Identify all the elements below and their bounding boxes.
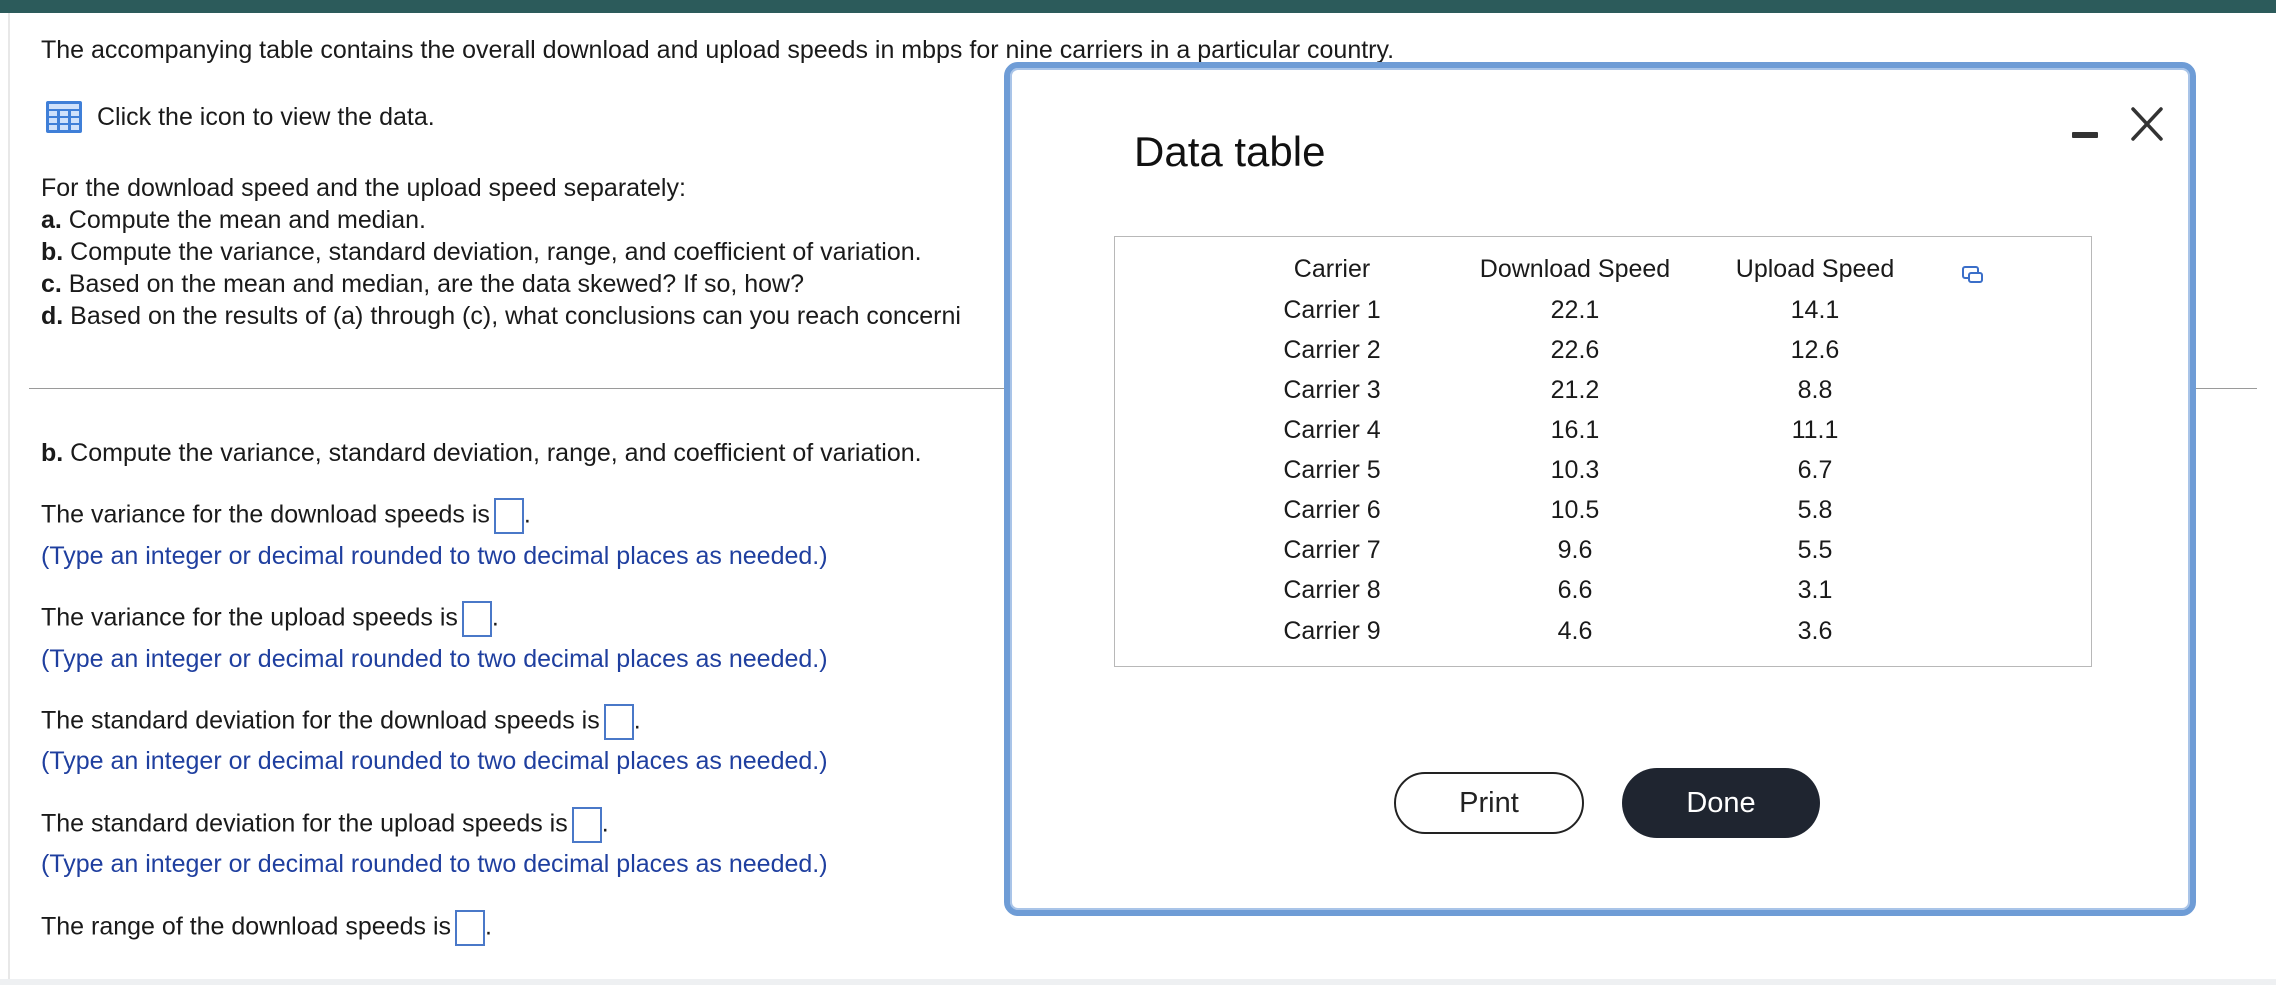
download-range-input[interactable] bbox=[455, 910, 485, 946]
download-variance-input[interactable] bbox=[493, 498, 524, 534]
question-prompt: The standard deviation for the upload sp… bbox=[41, 809, 568, 838]
table-cell-carrier: Carrier 7 bbox=[1283, 536, 1381, 564]
grid-table-icon[interactable] bbox=[45, 100, 83, 134]
table-cell-carrier: Carrier 2 bbox=[1283, 336, 1381, 364]
instruction-a-text: Compute the mean and median. bbox=[61, 206, 426, 234]
instruction-c-text: Based on the mean and median, are the da… bbox=[61, 270, 805, 298]
table-cell-upload: 5.5 bbox=[1797, 536, 1833, 564]
column-header-carrier: Carrier bbox=[1293, 255, 1371, 283]
table-cell-download: 4.6 bbox=[1557, 617, 1593, 645]
upload-variance-input[interactable] bbox=[461, 601, 492, 637]
table-cell-upload: 12.6 bbox=[1790, 336, 1840, 364]
part-b-heading: b. Compute the variance, standard deviat… bbox=[41, 439, 922, 468]
instructions-lead: For the download speed and the upload sp… bbox=[41, 174, 686, 202]
table-cell-carrier: Carrier 1 bbox=[1283, 296, 1381, 324]
table-cell-download: 21.2 bbox=[1550, 376, 1600, 404]
table-cell-download: 6.6 bbox=[1557, 576, 1593, 604]
table-cell-download: 16.1 bbox=[1550, 416, 1600, 444]
view-data-label[interactable]: Click the icon to view the data. bbox=[97, 103, 435, 132]
column-header-download: Download Speed bbox=[1479, 255, 1671, 283]
table-cell-download: 10.3 bbox=[1550, 456, 1600, 484]
table-cell-download: 22.1 bbox=[1550, 296, 1600, 324]
close-icon[interactable] bbox=[2128, 104, 2166, 144]
table-cell-upload: 14.1 bbox=[1790, 296, 1840, 324]
data-table: Carrier Download Speed Upload Speed Carr… bbox=[1114, 236, 2092, 667]
table-cell-upload: 8.8 bbox=[1797, 376, 1833, 404]
table-cell-download: 22.6 bbox=[1550, 336, 1600, 364]
dialog-title: Data table bbox=[1134, 128, 1326, 175]
question-prompt: The range of the download speeds is bbox=[41, 912, 451, 941]
instruction-b-label: b. bbox=[41, 238, 64, 266]
left-border bbox=[8, 13, 10, 985]
question-upload-std-dev: The standard deviation for the upload sp… bbox=[41, 807, 609, 843]
question-download-variance: The variance for the download speeds is. bbox=[41, 498, 531, 534]
bottom-border bbox=[0, 979, 2276, 985]
table-cell-upload: 6.7 bbox=[1797, 456, 1833, 484]
question-hint: (Type an integer or decimal rounded to t… bbox=[41, 542, 828, 570]
copy-icon[interactable] bbox=[1961, 263, 1985, 287]
download-std-dev-input[interactable] bbox=[603, 704, 634, 740]
table-cell-carrier: Carrier 9 bbox=[1283, 617, 1381, 645]
table-cell-carrier: Carrier 3 bbox=[1283, 376, 1381, 404]
question-upload-variance: The variance for the upload speeds is. bbox=[41, 601, 499, 637]
view-data-link[interactable]: Click the icon to view the data. bbox=[45, 100, 435, 134]
instruction-b-text: Compute the variance, standard deviation… bbox=[63, 238, 922, 266]
table-cell-download: 9.6 bbox=[1557, 536, 1593, 564]
instruction-d: d. Based on the results of (a) through (… bbox=[41, 302, 961, 331]
intro-text: The accompanying table contains the over… bbox=[41, 36, 1395, 64]
instruction-c-label: c. bbox=[41, 270, 62, 298]
table-cell-carrier: Carrier 4 bbox=[1283, 416, 1381, 444]
question-hint: (Type an integer or decimal rounded to t… bbox=[41, 645, 828, 673]
question-download-std-dev: The standard deviation for the download … bbox=[41, 704, 641, 740]
instruction-d-label: d. bbox=[41, 302, 64, 330]
table-cell-upload: 5.8 bbox=[1797, 496, 1833, 524]
part-b-text: Compute the variance, standard deviation… bbox=[63, 439, 922, 467]
table-cell-carrier: Carrier 5 bbox=[1283, 456, 1381, 484]
question-prompt: The standard deviation for the download … bbox=[41, 706, 600, 735]
minimize-icon[interactable] bbox=[2068, 120, 2102, 148]
instruction-a-label: a. bbox=[41, 206, 62, 234]
column-header-upload: Upload Speed bbox=[1735, 255, 1895, 283]
done-button[interactable]: Done bbox=[1622, 768, 1820, 838]
question-hint: (Type an integer or decimal rounded to t… bbox=[41, 747, 828, 775]
table-cell-carrier: Carrier 6 bbox=[1283, 496, 1381, 524]
question-download-range: The range of the download speeds is. bbox=[41, 910, 492, 946]
top-bar bbox=[0, 0, 2276, 13]
table-cell-upload: 3.6 bbox=[1797, 617, 1833, 645]
data-table-dialog: Data table Carrier Download Speed Upload… bbox=[1004, 62, 2196, 916]
table-cell-download: 10.5 bbox=[1550, 496, 1600, 524]
instruction-b: b. Compute the variance, standard deviat… bbox=[41, 238, 922, 267]
upload-std-dev-input[interactable] bbox=[571, 807, 602, 843]
question-prompt: The variance for the download speeds is bbox=[41, 500, 490, 529]
question-hint: (Type an integer or decimal rounded to t… bbox=[41, 850, 828, 878]
part-b-label: b. bbox=[41, 439, 64, 467]
table-cell-upload: 11.1 bbox=[1791, 416, 1839, 444]
table-cell-upload: 3.1 bbox=[1797, 576, 1833, 604]
instruction-a: a. Compute the mean and median. bbox=[41, 206, 426, 235]
instruction-c: c. Based on the mean and median, are the… bbox=[41, 270, 804, 299]
question-prompt: The variance for the upload speeds is bbox=[41, 603, 458, 632]
instruction-d-text: Based on the results of (a) through (c),… bbox=[63, 302, 961, 330]
print-button[interactable]: Print bbox=[1394, 772, 1584, 834]
table-cell-carrier: Carrier 8 bbox=[1283, 576, 1381, 604]
